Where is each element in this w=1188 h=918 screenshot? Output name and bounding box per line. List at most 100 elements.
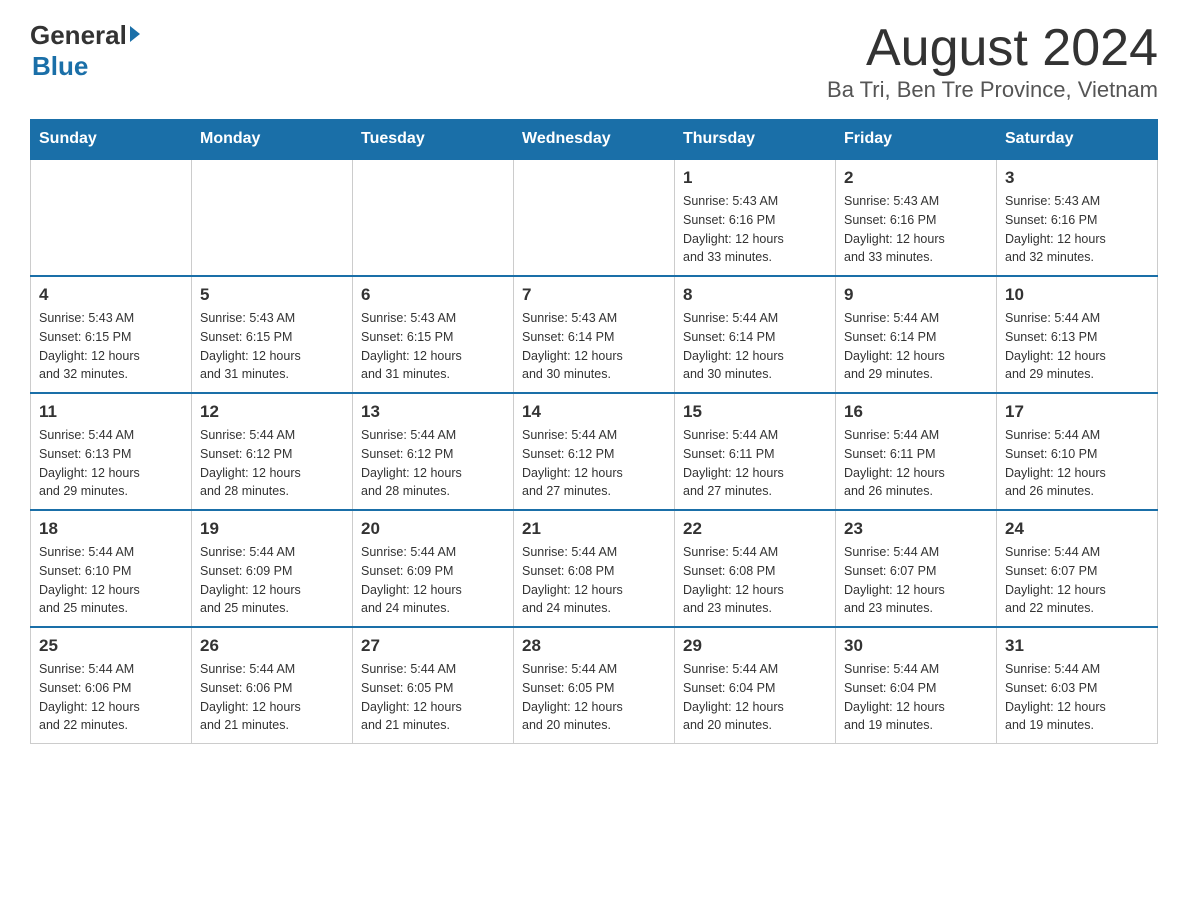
calendar-cell: 19 Sunrise: 5:44 AM Sunset: 6:09 PM Dayli… <box>192 510 353 627</box>
day-number: 2 <box>844 168 988 188</box>
day-number: 21 <box>522 519 666 539</box>
day-info: Sunrise: 5:43 AM Sunset: 6:16 PM Dayligh… <box>683 192 827 267</box>
day-number: 24 <box>1005 519 1149 539</box>
day-number: 3 <box>1005 168 1149 188</box>
day-info: Sunrise: 5:44 AM Sunset: 6:10 PM Dayligh… <box>1005 426 1149 501</box>
calendar-cell: 12 Sunrise: 5:44 AM Sunset: 6:12 PM Dayli… <box>192 393 353 510</box>
day-info: Sunrise: 5:44 AM Sunset: 6:04 PM Dayligh… <box>683 660 827 735</box>
day-number: 15 <box>683 402 827 422</box>
calendar-cell: 31Sunrise: 5:44 AM Sunset: 6:03 PM Dayli… <box>997 627 1158 744</box>
logo-general-text: General <box>30 20 127 51</box>
calendar-week-row: 4 Sunrise: 5:43 AM Sunset: 6:15 PM Daylig… <box>31 276 1158 393</box>
calendar-cell: 23Sunrise: 5:44 AM Sunset: 6:07 PM Dayli… <box>836 510 997 627</box>
page-title: August 2024 <box>827 20 1158 77</box>
day-number: 5 <box>200 285 344 305</box>
day-info: Sunrise: 5:44 AM Sunset: 6:14 PM Dayligh… <box>844 309 988 384</box>
day-info: Sunrise: 5:44 AM Sunset: 6:12 PM Dayligh… <box>200 426 344 501</box>
day-info: Sunrise: 5:43 AM Sunset: 6:15 PM Dayligh… <box>200 309 344 384</box>
day-info: Sunrise: 5:44 AM Sunset: 6:09 PM Dayligh… <box>200 543 344 618</box>
calendar-cell: 16 Sunrise: 5:44 AM Sunset: 6:11 PM Dayli… <box>836 393 997 510</box>
day-number: 1 <box>683 168 827 188</box>
day-number: 18 <box>39 519 183 539</box>
calendar-cell: 30Sunrise: 5:44 AM Sunset: 6:04 PM Dayli… <box>836 627 997 744</box>
title-block: August 2024 Ba Tri, Ben Tre Province, Vi… <box>827 20 1158 103</box>
day-number: 6 <box>361 285 505 305</box>
calendar-cell: 4 Sunrise: 5:43 AM Sunset: 6:15 PM Daylig… <box>31 276 192 393</box>
day-number: 22 <box>683 519 827 539</box>
logo-blue-text: Blue <box>32 51 88 82</box>
day-number: 8 <box>683 285 827 305</box>
day-info: Sunrise: 5:43 AM Sunset: 6:16 PM Dayligh… <box>844 192 988 267</box>
day-number: 20 <box>361 519 505 539</box>
day-number: 4 <box>39 285 183 305</box>
day-number: 11 <box>39 402 183 422</box>
calendar-cell: 15 Sunrise: 5:44 AM Sunset: 6:11 PM Dayli… <box>675 393 836 510</box>
day-number: 29 <box>683 636 827 656</box>
weekday-header-monday: Monday <box>192 120 353 160</box>
day-info: Sunrise: 5:44 AM Sunset: 6:11 PM Dayligh… <box>844 426 988 501</box>
page-subtitle: Ba Tri, Ben Tre Province, Vietnam <box>827 77 1158 103</box>
calendar-cell: 18 Sunrise: 5:44 AM Sunset: 6:10 PM Dayli… <box>31 510 192 627</box>
calendar-cell: 22Sunrise: 5:44 AM Sunset: 6:08 PM Dayli… <box>675 510 836 627</box>
calendar-cell: 7Sunrise: 5:43 AM Sunset: 6:14 PM Daylig… <box>514 276 675 393</box>
day-number: 25 <box>39 636 183 656</box>
day-number: 27 <box>361 636 505 656</box>
calendar-cell: 9 Sunrise: 5:44 AM Sunset: 6:14 PM Daylig… <box>836 276 997 393</box>
calendar-cell: 5 Sunrise: 5:43 AM Sunset: 6:15 PM Daylig… <box>192 276 353 393</box>
weekday-header-friday: Friday <box>836 120 997 160</box>
logo: General Blue <box>30 20 140 82</box>
calendar-cell: 6 Sunrise: 5:43 AM Sunset: 6:15 PM Daylig… <box>353 276 514 393</box>
calendar-cell: 10 Sunrise: 5:44 AM Sunset: 6:13 PM Dayli… <box>997 276 1158 393</box>
calendar-cell <box>353 159 514 276</box>
day-info: Sunrise: 5:43 AM Sunset: 6:15 PM Dayligh… <box>39 309 183 384</box>
calendar-cell <box>514 159 675 276</box>
calendar-cell: 28Sunrise: 5:44 AM Sunset: 6:05 PM Dayli… <box>514 627 675 744</box>
day-info: Sunrise: 5:44 AM Sunset: 6:05 PM Dayligh… <box>361 660 505 735</box>
weekday-header-sunday: Sunday <box>31 120 192 160</box>
day-number: 19 <box>200 519 344 539</box>
day-info: Sunrise: 5:44 AM Sunset: 6:07 PM Dayligh… <box>844 543 988 618</box>
calendar-cell: 2 Sunrise: 5:43 AM Sunset: 6:16 PM Daylig… <box>836 159 997 276</box>
day-info: Sunrise: 5:44 AM Sunset: 6:06 PM Dayligh… <box>200 660 344 735</box>
day-info: Sunrise: 5:44 AM Sunset: 6:10 PM Dayligh… <box>39 543 183 618</box>
calendar-week-row: 25 Sunrise: 5:44 AM Sunset: 6:06 PM Dayli… <box>31 627 1158 744</box>
day-number: 17 <box>1005 402 1149 422</box>
day-number: 16 <box>844 402 988 422</box>
calendar-cell <box>192 159 353 276</box>
day-number: 26 <box>200 636 344 656</box>
calendar-cell <box>31 159 192 276</box>
calendar-cell: 25 Sunrise: 5:44 AM Sunset: 6:06 PM Dayli… <box>31 627 192 744</box>
calendar-week-row: 1 Sunrise: 5:43 AM Sunset: 6:16 PM Daylig… <box>31 159 1158 276</box>
day-info: Sunrise: 5:44 AM Sunset: 6:11 PM Dayligh… <box>683 426 827 501</box>
day-number: 9 <box>844 285 988 305</box>
day-info: Sunrise: 5:43 AM Sunset: 6:15 PM Dayligh… <box>361 309 505 384</box>
day-info: Sunrise: 5:43 AM Sunset: 6:16 PM Dayligh… <box>1005 192 1149 267</box>
day-number: 12 <box>200 402 344 422</box>
day-number: 30 <box>844 636 988 656</box>
day-info: Sunrise: 5:44 AM Sunset: 6:12 PM Dayligh… <box>361 426 505 501</box>
calendar-cell: 13 Sunrise: 5:44 AM Sunset: 6:12 PM Dayli… <box>353 393 514 510</box>
calendar-cell: 8 Sunrise: 5:44 AM Sunset: 6:14 PM Daylig… <box>675 276 836 393</box>
day-info: Sunrise: 5:44 AM Sunset: 6:06 PM Dayligh… <box>39 660 183 735</box>
day-number: 13 <box>361 402 505 422</box>
weekday-header-tuesday: Tuesday <box>353 120 514 160</box>
day-info: Sunrise: 5:44 AM Sunset: 6:09 PM Dayligh… <box>361 543 505 618</box>
calendar-cell: 3 Sunrise: 5:43 AM Sunset: 6:16 PM Daylig… <box>997 159 1158 276</box>
calendar-cell: 20 Sunrise: 5:44 AM Sunset: 6:09 PM Dayli… <box>353 510 514 627</box>
day-info: Sunrise: 5:44 AM Sunset: 6:07 PM Dayligh… <box>1005 543 1149 618</box>
calendar-week-row: 18 Sunrise: 5:44 AM Sunset: 6:10 PM Dayli… <box>31 510 1158 627</box>
weekday-header-saturday: Saturday <box>997 120 1158 160</box>
calendar-cell: 21Sunrise: 5:44 AM Sunset: 6:08 PM Dayli… <box>514 510 675 627</box>
calendar-cell: 27 Sunrise: 5:44 AM Sunset: 6:05 PM Dayli… <box>353 627 514 744</box>
calendar-cell: 24 Sunrise: 5:44 AM Sunset: 6:07 PM Dayli… <box>997 510 1158 627</box>
day-info: Sunrise: 5:44 AM Sunset: 6:14 PM Dayligh… <box>683 309 827 384</box>
day-number: 28 <box>522 636 666 656</box>
day-info: Sunrise: 5:44 AM Sunset: 6:13 PM Dayligh… <box>1005 309 1149 384</box>
calendar-table: SundayMondayTuesdayWednesdayThursdayFrid… <box>30 119 1158 744</box>
calendar-cell: 1 Sunrise: 5:43 AM Sunset: 6:16 PM Daylig… <box>675 159 836 276</box>
weekday-header-thursday: Thursday <box>675 120 836 160</box>
day-number: 10 <box>1005 285 1149 305</box>
day-info: Sunrise: 5:44 AM Sunset: 6:12 PM Dayligh… <box>522 426 666 501</box>
day-info: Sunrise: 5:44 AM Sunset: 6:13 PM Dayligh… <box>39 426 183 501</box>
calendar-cell: 26 Sunrise: 5:44 AM Sunset: 6:06 PM Dayli… <box>192 627 353 744</box>
